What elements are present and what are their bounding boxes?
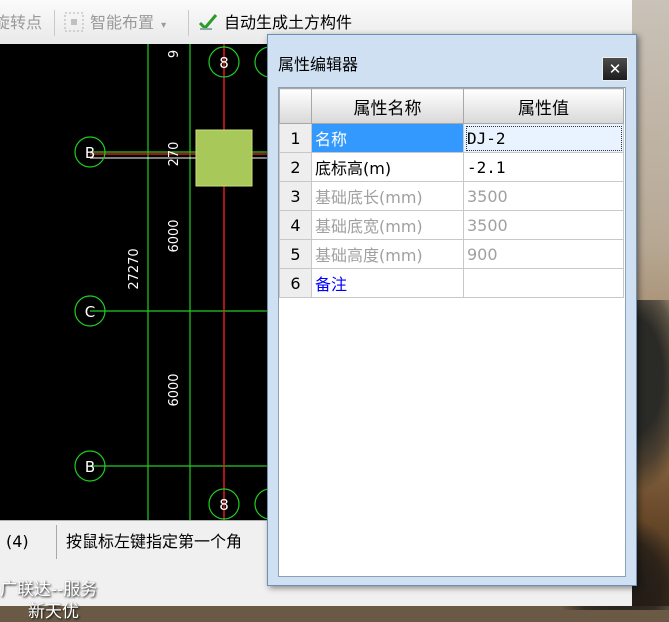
close-button[interactable]: ✕	[602, 57, 628, 81]
chevron-down-icon: ▾	[161, 20, 167, 31]
status-coords: (4)	[6, 532, 29, 551]
property-name[interactable]: 基础底长(mm)	[311, 181, 464, 211]
toolbar-label: 智能布置	[90, 13, 155, 32]
row-number: 4	[279, 210, 312, 240]
table-row[interactable]: 6 备注	[279, 268, 624, 298]
close-icon: ✕	[608, 60, 622, 78]
property-name[interactable]: 底标高(m)	[311, 152, 464, 182]
property-grid: 属性名称 属性值 1 名称 DJ-2 2 底标高(m) -2.1 3 基础底长(…	[278, 87, 626, 577]
property-name[interactable]: 基础底宽(mm)	[311, 210, 464, 240]
property-name[interactable]: 基础高度(mm)	[311, 239, 464, 269]
table-row[interactable]: 1 名称 DJ-2	[279, 123, 624, 153]
row-number: 5	[279, 239, 312, 269]
property-name[interactable]: 名称	[311, 123, 464, 153]
toolbar-rotate-point[interactable]: 旋转点	[0, 10, 42, 36]
dimension-text: 27270	[127, 248, 142, 289]
property-table: 属性名称 属性值 1 名称 DJ-2 2 底标高(m) -2.1 3 基础底长(…	[279, 88, 624, 298]
row-number: 1	[279, 123, 312, 153]
property-value[interactable]: 3500	[463, 210, 624, 240]
axis-label: 8	[219, 496, 229, 514]
toolbar-label: 旋转点	[0, 13, 43, 32]
toolbar-separator	[54, 10, 55, 36]
table-row[interactable]: 4 基础底宽(mm) 3500	[279, 210, 624, 240]
dimension-text: 6000	[167, 373, 182, 406]
toolbar-auto-generate[interactable]: 自动生成土方构件	[198, 10, 352, 36]
axis-label: 8	[219, 54, 229, 72]
property-value-input[interactable]: DJ-2	[463, 123, 624, 153]
property-value[interactable]: -2.1	[463, 152, 624, 182]
row-number: 6	[279, 268, 312, 298]
status-divider	[56, 525, 57, 559]
table-row[interactable]: 3 基础底长(mm) 3500	[279, 181, 624, 211]
desktop-icon-label[interactable]: 新天优	[28, 597, 79, 622]
property-editor-dialog: 属性编辑器 ✕ 属性名称 属性值 1 名称 DJ-2 2 底标高(m) -2.1…	[267, 34, 637, 586]
column-header[interactable]: 属性值	[463, 88, 624, 124]
property-name[interactable]: 备注	[311, 268, 464, 298]
column-header[interactable]: 属性名称	[311, 88, 464, 124]
toolbar-label: 自动生成土方构件	[224, 13, 353, 32]
dialog-title: 属性编辑器	[278, 55, 359, 74]
axis-label: B	[85, 144, 95, 162]
row-number: 2	[279, 152, 312, 182]
corner-cell	[279, 88, 312, 124]
status-prompt: 按鼠标左键指定第一个角	[66, 532, 243, 551]
foundation-block[interactable]	[195, 129, 253, 187]
property-value[interactable]: 3500	[463, 181, 624, 211]
property-value[interactable]	[463, 268, 624, 298]
table-row[interactable]: 5 基础高度(mm) 900	[279, 239, 624, 269]
table-row[interactable]: 2 底标高(m) -2.1	[279, 152, 624, 182]
smart-layout-icon	[64, 12, 84, 32]
row-number: 3	[279, 181, 312, 211]
dimension-text: 270	[167, 142, 182, 167]
axis-label: C	[85, 303, 95, 321]
table-header-row: 属性名称 属性值	[279, 88, 624, 124]
toolbar-separator	[188, 10, 189, 36]
property-value[interactable]: 900	[463, 239, 624, 269]
dimension-text: 6000	[167, 219, 182, 252]
dimension-text: 9	[167, 50, 182, 58]
axis-label: B	[85, 458, 95, 476]
auto-generate-check-icon	[198, 14, 218, 31]
toolbar-smart-layout[interactable]: 智能布置 ▾	[64, 10, 166, 36]
